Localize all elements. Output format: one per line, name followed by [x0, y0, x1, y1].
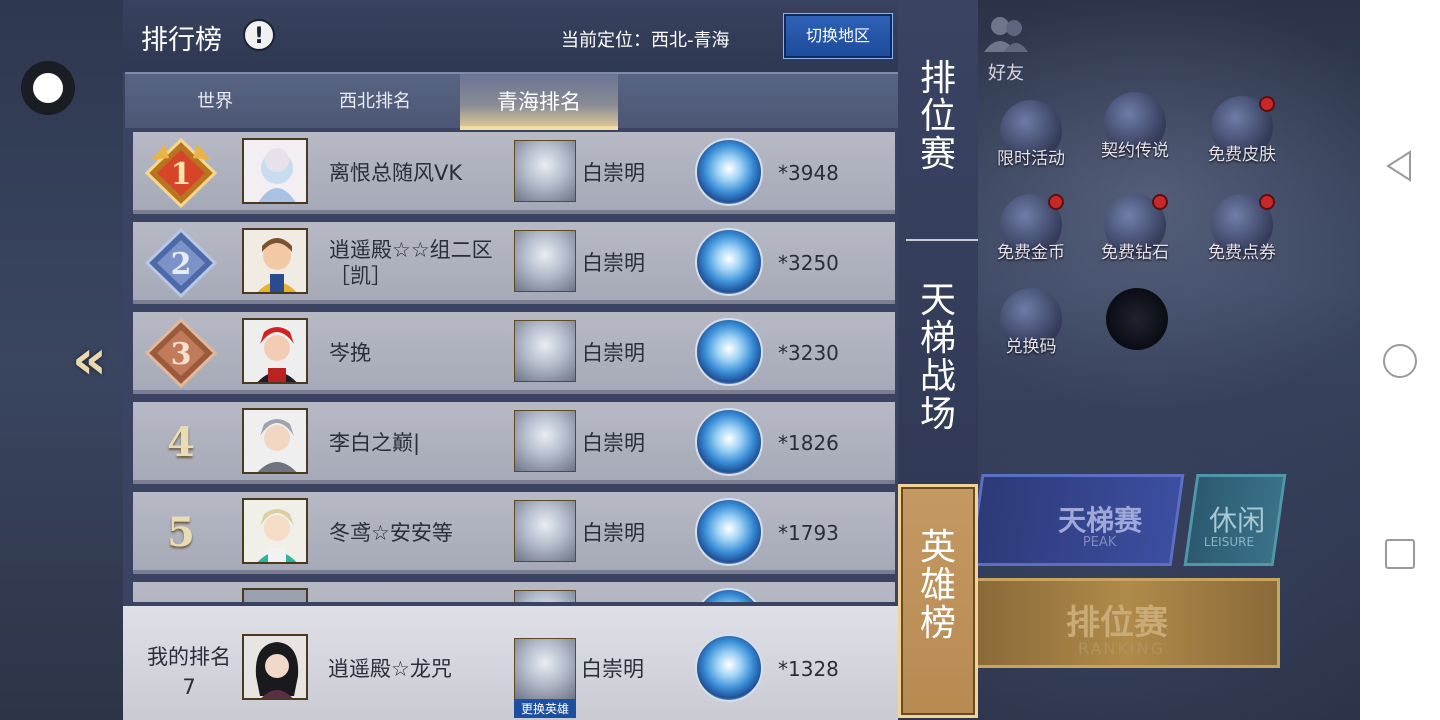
notification-dot [1259, 194, 1275, 210]
medal-icon [695, 634, 763, 702]
info-icon[interactable]: ! [243, 19, 275, 51]
home-circle-icon[interactable] [1382, 343, 1418, 379]
table-row[interactable]: 3 岑挽 白崇明 *3230 [133, 312, 895, 394]
medal-icon [695, 498, 763, 566]
redeem-code-button[interactable]: 兑换码 [994, 288, 1068, 357]
leisure-mode-button[interactable]: 休闲 LEISURE [1183, 474, 1287, 566]
back-arrow-icon[interactable]: « [72, 332, 118, 388]
score: *3250 [778, 251, 839, 275]
page-title: 排行榜 [141, 25, 222, 56]
avatar [242, 228, 308, 294]
sound-button[interactable] [1100, 288, 1174, 350]
switch-region-button[interactable]: 切换地区 [783, 13, 893, 59]
medal-icon [695, 408, 763, 476]
hero-portrait-icon[interactable] [514, 638, 576, 700]
notification-dot [1048, 194, 1064, 210]
avatar [242, 498, 308, 564]
svg-text:2: 2 [171, 247, 192, 282]
rank-number: 4 [167, 419, 195, 466]
region-tabs: 世界 西北排名 青海排名 [125, 72, 898, 130]
rank-number: 5 [167, 509, 195, 556]
table-row[interactable]: 5 冬鸢☆安安等 白崇明 *1793 [133, 492, 895, 574]
leaderboard-panel: 排行榜 ! 当前定位：西北-青海 切换地区 世界 西北排名 青海排名 1 离恨总… [123, 0, 898, 720]
avatar [242, 588, 308, 602]
table-row[interactable] [133, 582, 895, 602]
back-triangle-icon[interactable] [1384, 150, 1416, 182]
player-name: 冬鸢☆安安等 [329, 521, 453, 545]
avatar [242, 408, 308, 474]
svg-text:1: 1 [171, 157, 192, 192]
hero-name: 白崇明 [581, 657, 644, 681]
contract-legend-button[interactable]: 契约传说 [1098, 92, 1172, 161]
table-row[interactable]: 2 逍遥殿☆☆组二区［凯］ 白崇明 *3250 [133, 222, 895, 304]
svg-text:3: 3 [171, 337, 192, 372]
hero-name: 白崇明 [582, 341, 645, 365]
medal-icon [695, 588, 763, 602]
friends-button[interactable]: 好友 [976, 14, 1036, 85]
score: *1328 [778, 657, 839, 681]
tab-qinghai[interactable]: 青海排名 [460, 74, 618, 130]
medal-icon [695, 228, 763, 296]
hero-name: 白崇明 [582, 251, 645, 275]
divider [906, 239, 978, 241]
speaker-icon [1106, 288, 1168, 350]
limited-event-button[interactable]: 限时活动 [994, 100, 1068, 169]
location-label: 当前定位：西北-青海 [561, 30, 730, 51]
recent-apps-icon[interactable] [1384, 538, 1416, 570]
hero-name: 白崇明 [582, 431, 645, 455]
hero-name: 白崇明 [582, 521, 645, 545]
player-name: 逍遥殿☆☆组二区［凯］ [329, 238, 493, 288]
tab-ranked[interactable]: 排位赛 [898, 60, 978, 174]
player-name: 岑挽 [329, 341, 371, 365]
score: *3948 [778, 161, 839, 185]
hero-portrait-icon [514, 320, 576, 382]
tab-hero-ranking[interactable]: 英雄榜 [898, 484, 978, 718]
tab-ladder[interactable]: 天梯战场 [898, 282, 978, 434]
player-name: 离恨总随风VK [329, 161, 463, 185]
free-voucher-button[interactable]: 免费点券 [1205, 194, 1279, 263]
score: *1793 [778, 521, 839, 545]
my-rank-label: 我的排名 7 [139, 642, 239, 702]
hero-portrait-icon [514, 140, 576, 202]
free-skin-button[interactable]: 免费皮肤 [1205, 96, 1279, 165]
friends-icon [984, 17, 1028, 52]
tab-northwest[interactable]: 西北排名 [325, 74, 425, 130]
tab-world[interactable]: 世界 [165, 74, 265, 130]
peak-mode-button[interactable]: 天梯赛 PEAK [968, 474, 1185, 566]
system-nav-bar [1360, 0, 1440, 720]
score: *3230 [778, 341, 839, 365]
hero-name: 白崇明 [582, 161, 645, 185]
hero-portrait-icon [514, 410, 576, 472]
avatar [242, 318, 308, 384]
panel-header: 排行榜 ! 当前定位：西北-青海 切换地区 [123, 0, 898, 72]
screen-record-button[interactable] [21, 61, 75, 115]
medal-icon [695, 318, 763, 386]
table-row[interactable]: 1 离恨总随风VK 白崇明 *3948 [133, 132, 895, 214]
category-tabs: 排位赛 天梯战场 英雄榜 [898, 0, 978, 720]
avatar [242, 634, 308, 700]
score: *1826 [778, 431, 839, 455]
table-row[interactable]: 4 李白之巅| 白崇明 *1826 [133, 402, 895, 484]
my-rank-bar: 我的排名 7 逍遥殿☆龙咒 更换英雄 白崇明 *1328 [123, 606, 898, 720]
free-gold-button[interactable]: 免费金币 [994, 194, 1068, 263]
gold-rank-badge-icon: 1 [144, 138, 218, 208]
free-diamond-button[interactable]: 免费钻石 [1098, 194, 1172, 263]
avatar [242, 138, 308, 204]
my-rank-number: 7 [182, 675, 196, 699]
player-name: 逍遥殿☆龙咒 [328, 657, 452, 681]
hero-portrait-icon [514, 500, 576, 562]
ranking-mode-button[interactable]: 排位赛 RANKING [975, 578, 1280, 668]
ranking-list[interactable]: 1 离恨总随风VK 白崇明 *3948 2 逍遥殿☆☆组二区［凯］ 白崇明 *3… [133, 132, 895, 602]
notification-dot [1259, 96, 1275, 112]
player-name: 李白之巅| [329, 431, 421, 455]
medal-icon [695, 138, 763, 206]
hero-portrait-icon [514, 590, 576, 602]
bronze-rank-badge-icon: 3 [144, 318, 218, 388]
notification-dot [1152, 194, 1168, 210]
change-hero-button[interactable]: 更换英雄 [514, 700, 576, 718]
hero-portrait-icon [514, 230, 576, 292]
silver-rank-badge-icon: 2 [144, 228, 218, 298]
